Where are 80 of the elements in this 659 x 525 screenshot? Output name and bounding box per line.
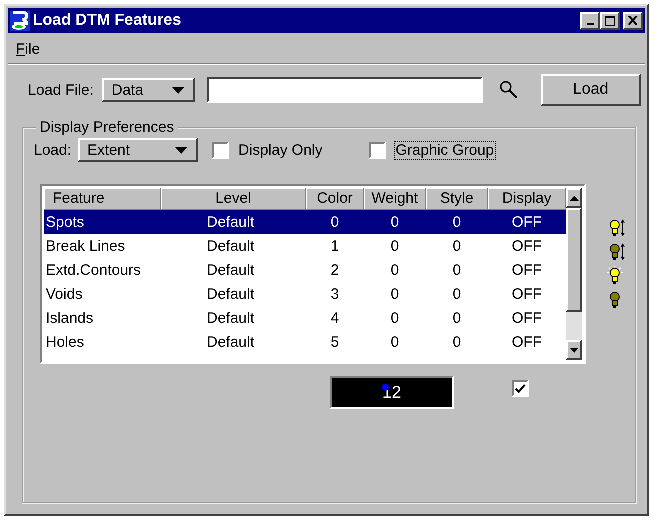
column-header[interactable]: Level: [161, 188, 306, 210]
table-cell-text: OFF: [511, 334, 543, 350]
table-cell-text: Islands: [45, 310, 95, 326]
close-button[interactable]: [623, 12, 643, 30]
table-cell-text: 0: [390, 334, 400, 350]
checkbox-label[interactable]: Graphic Group: [394, 140, 496, 160]
table-cell-text: Extd.Contours: [45, 262, 142, 278]
table-row[interactable]: Spots Default 0 0 0 OFF: [44, 210, 566, 234]
table-cell-text: 0: [390, 262, 400, 278]
table-cell-text: 0: [330, 214, 340, 230]
file-path-field[interactable]: [206, 77, 483, 103]
load-dropdown[interactable]: Extent: [78, 138, 198, 162]
table-cell-text: OFF: [511, 238, 543, 254]
minimize-button[interactable]: [580, 12, 600, 30]
table-cell-text: Break Lines: [45, 238, 126, 254]
column-header[interactable]: Weight: [364, 188, 426, 210]
table-cell-text: Voids: [45, 286, 84, 302]
table-cell-text: Default: [206, 286, 256, 302]
table-cell-text: 0: [452, 214, 462, 230]
table-cell-text: 0: [452, 262, 462, 278]
table-cell-text: 0: [452, 310, 462, 326]
table-cell-text: 0: [390, 238, 400, 254]
scroll-up-button[interactable]: [566, 188, 582, 208]
table-cell-text: 5: [330, 334, 340, 350]
table-cell-text: Default: [206, 262, 256, 278]
group-title: Display Preferences: [39, 119, 176, 136]
table-row[interactable]: Break Lines Default 1 0 0 OFF: [44, 234, 566, 258]
table-cell-text: Default: [206, 310, 256, 326]
menu-item[interactable]: File: [16, 40, 40, 58]
table-cell-text: 2: [330, 262, 340, 278]
maximize-icon: [605, 16, 615, 26]
table-row[interactable]: Extd.Contours Default 2 0 0 OFF: [44, 258, 566, 282]
table-cell-text: 0: [390, 214, 400, 230]
table-cell-text: 4: [330, 310, 340, 326]
dropdown-arrow-icon: [172, 86, 185, 94]
table-cell-text: OFF: [511, 310, 543, 326]
lightbulb-icon[interactable]: [606, 266, 626, 286]
dropdown-arrow-icon: [174, 146, 188, 154]
search-icon[interactable]: [498, 80, 519, 100]
table-cell-text: 0: [452, 334, 462, 350]
dot-icon: [382, 384, 389, 391]
table-cell-text: Spots: [45, 214, 86, 230]
down-arrow-icon: [570, 348, 578, 352]
load-file-label: Load File:: [28, 82, 94, 98]
checkbox[interactable]: [212, 142, 229, 158]
scroll-down-button[interactable]: [566, 340, 582, 360]
window-title: Load DTM Features: [33, 12, 182, 30]
maximize-button[interactable]: [600, 12, 620, 30]
table-cell-text: Default: [206, 214, 256, 230]
table-cell-text: OFF: [511, 214, 543, 230]
table-row[interactable]: Holes Default 5 0 0 OFF: [44, 330, 566, 354]
load-button[interactable]: Load: [540, 74, 641, 106]
table-cell-text: OFF: [511, 262, 543, 278]
checkbox[interactable]: [512, 380, 529, 397]
table-cell-text: OFF: [511, 286, 543, 302]
column-header[interactable]: Style: [426, 188, 488, 210]
checkbox-label[interactable]: Display Only: [236, 140, 325, 160]
table-cell-text: 1: [330, 238, 340, 254]
scrollbar[interactable]: [566, 188, 582, 360]
table-cell-text: Default: [206, 334, 256, 350]
app-logo-icon: [10, 10, 30, 30]
minimize-icon: [586, 22, 594, 24]
table-cell-text: 0: [452, 238, 462, 254]
close-icon: [628, 16, 638, 25]
table-cell-text: 3: [330, 286, 340, 302]
table-cell-text: 0: [390, 286, 400, 302]
column-header[interactable]: Feature: [44, 188, 161, 210]
table-row[interactable]: Islands Default 4 0 0 OFF: [44, 306, 566, 330]
table-cell-text: 0: [390, 310, 400, 326]
load-label: Load:: [34, 142, 72, 158]
table-cell-text: 0: [452, 286, 462, 302]
up-arrow-icon: [570, 196, 578, 200]
file-type-dropdown[interactable]: Data: [102, 78, 195, 102]
table-cell-text: Holes: [45, 334, 86, 350]
table-cell-text: Default: [206, 238, 256, 254]
checkbox[interactable]: [368, 142, 386, 158]
scroll-thumb[interactable]: [566, 208, 582, 312]
column-header[interactable]: Color: [306, 188, 364, 210]
column-header[interactable]: Display: [488, 188, 566, 210]
table-row[interactable]: Voids Default 3 0 0 OFF: [44, 282, 566, 306]
